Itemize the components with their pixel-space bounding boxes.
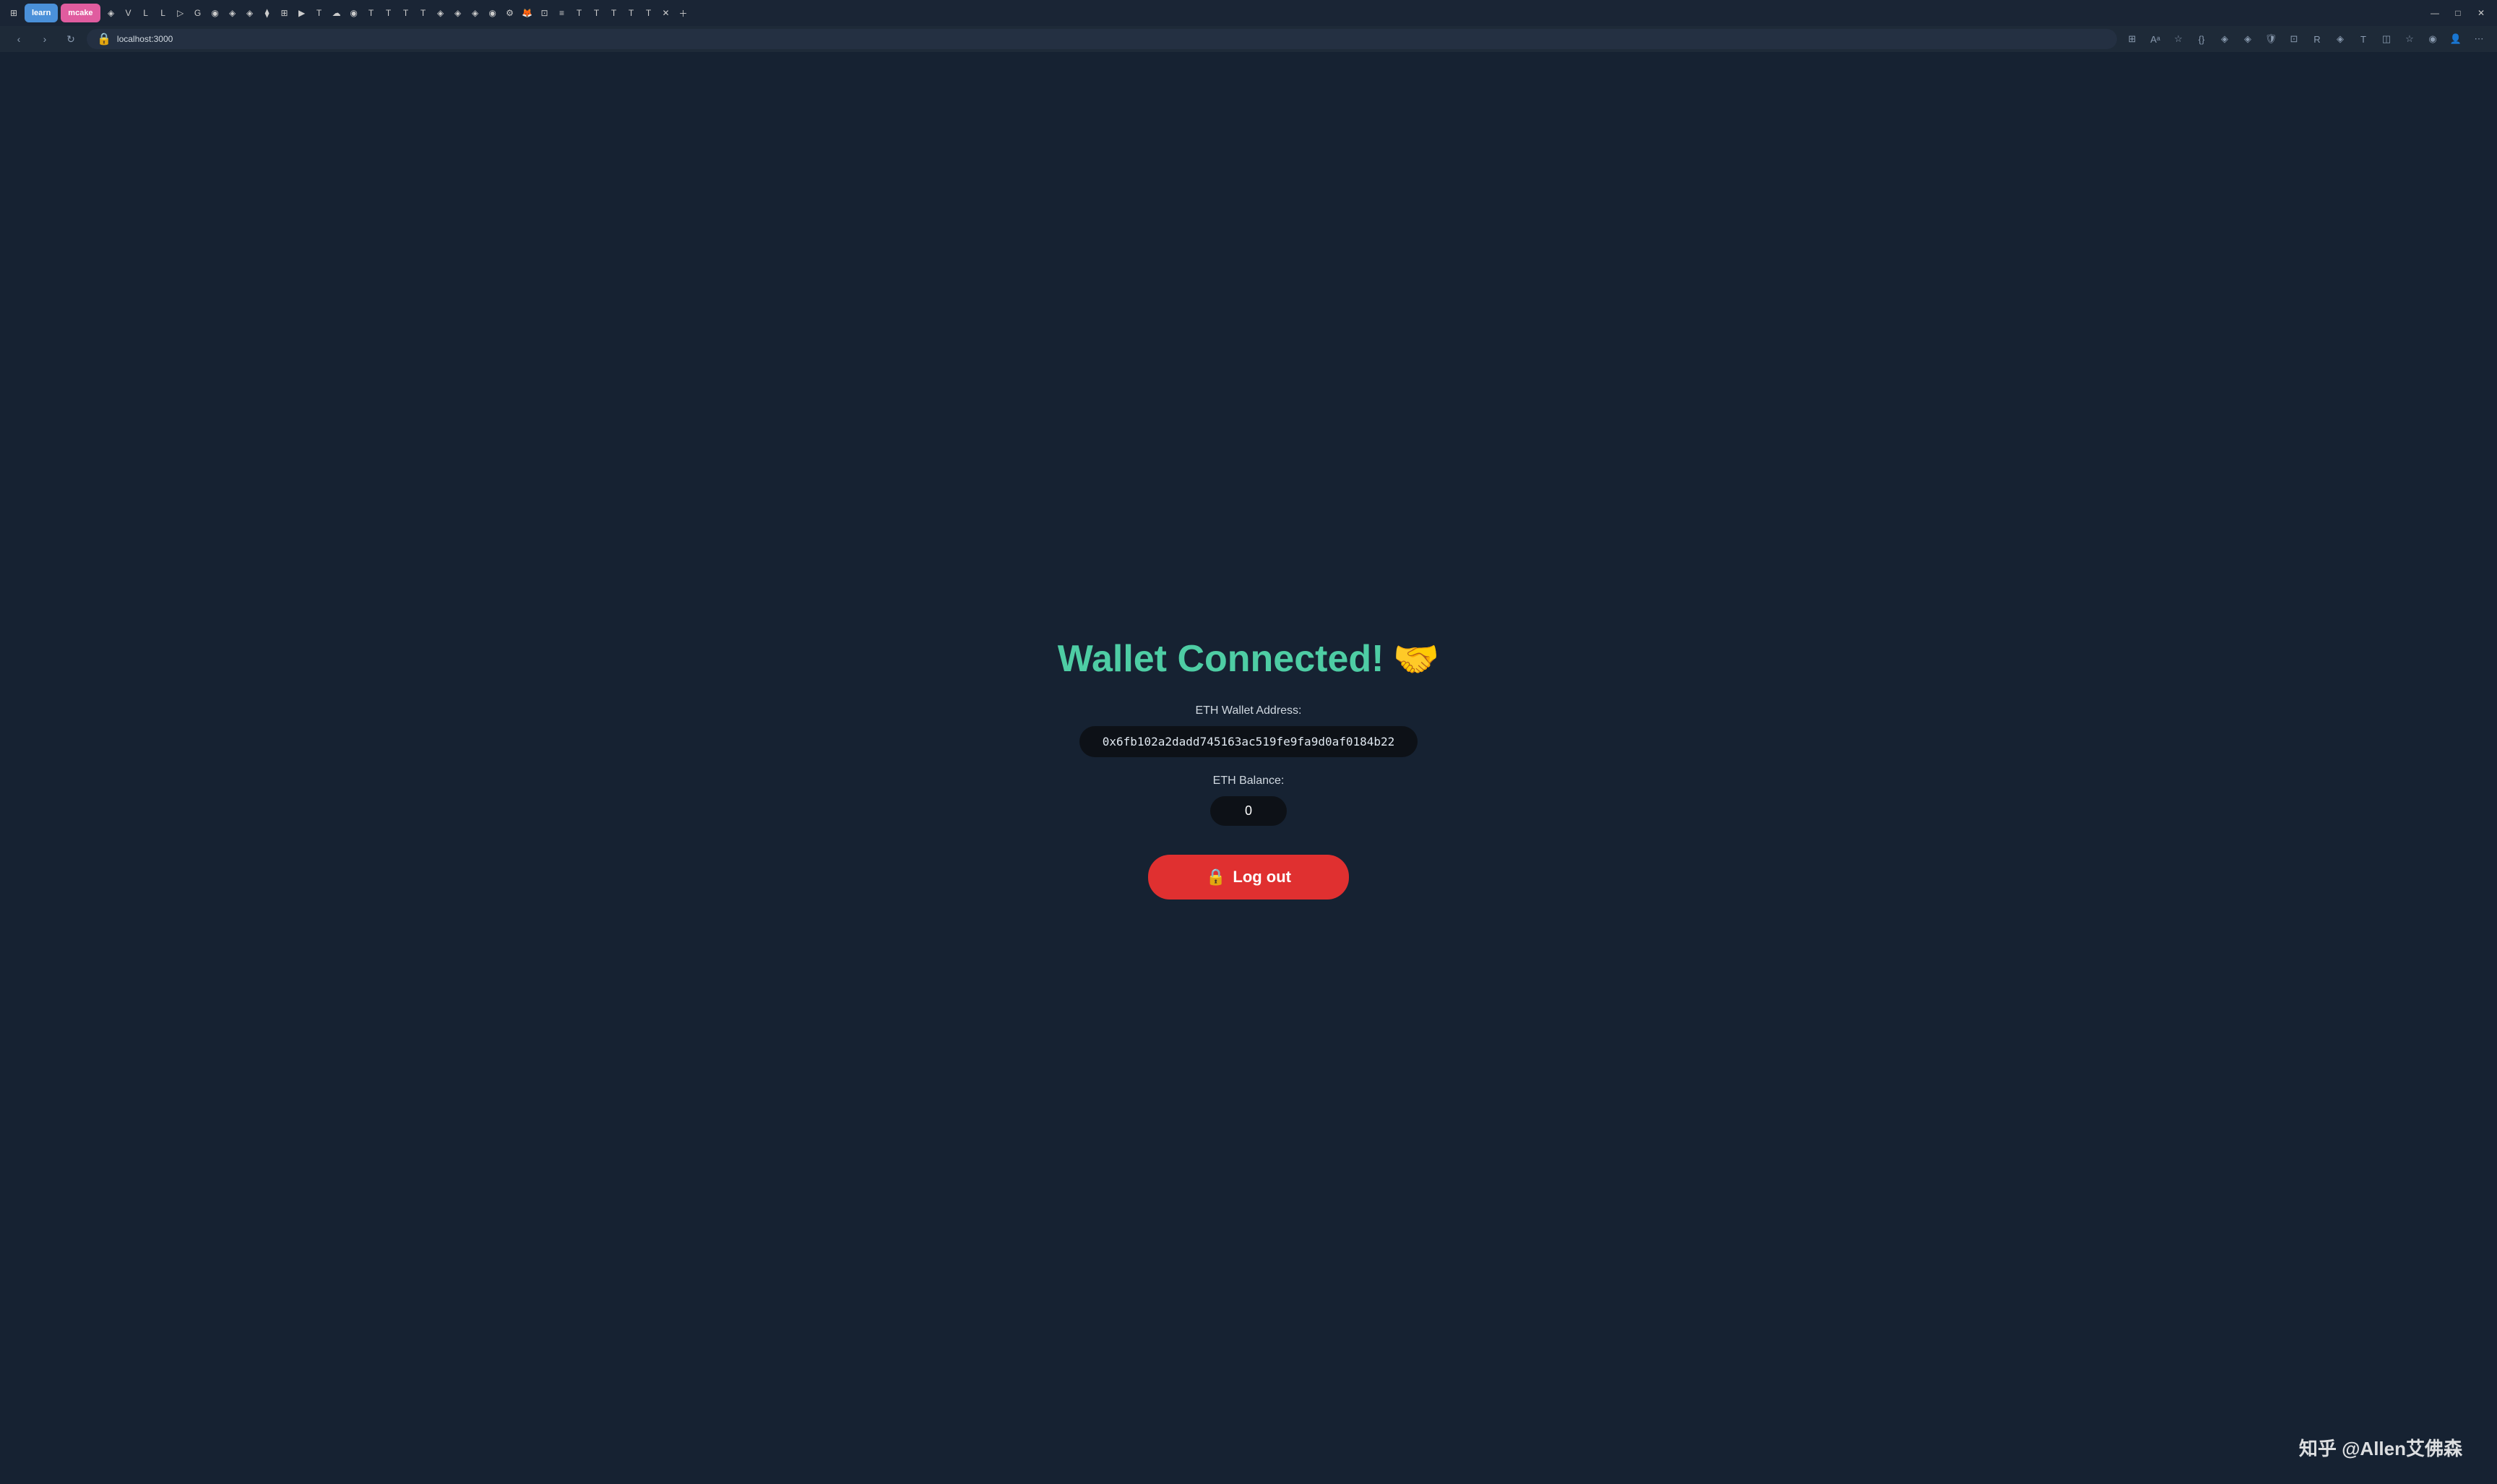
new-tab-plus[interactable]: ＋ (676, 5, 691, 21)
ext-icon-17[interactable]: T (381, 5, 397, 21)
ext-icon-5[interactable]: ▷ (173, 5, 189, 21)
tab-mcake[interactable]: mcake (61, 4, 100, 22)
ext-icon-30[interactable]: T (606, 5, 622, 21)
ext-icon-9[interactable]: ◈ (242, 5, 258, 21)
ext-icon-23[interactable]: ◉ (485, 5, 501, 21)
ext-icon-33[interactable]: ✕ (658, 5, 674, 21)
handshake-emoji: 🤝 (1392, 637, 1439, 681)
ext-icon-24[interactable]: ⚙ (502, 5, 518, 21)
ext-icon-15[interactable]: ◉ (346, 5, 362, 21)
browser-chrome: ⊞ learn mcake ◈ V L L ▷ G ◉ ◈ ◈ ⧫ ⊞ ▶ T … (0, 0, 2497, 52)
wallet-address-display: 0x6fb102a2dadd745163ac519fe9fa9d0af0184b… (1079, 726, 1418, 757)
logout-icon: 🔒 (1206, 868, 1225, 886)
ext-icon-14[interactable]: ☁ (329, 5, 345, 21)
browser-toolbar-menu[interactable]: ⋯ (2470, 30, 2488, 48)
reload-button[interactable]: ↻ (61, 29, 81, 49)
extension-icons-row: ◈ V L L ▷ G ◉ ◈ ◈ ⧫ ⊞ ▶ T ☁ ◉ T T T T ◈ … (103, 5, 2422, 21)
ext-icon-22[interactable]: ◈ (467, 5, 483, 21)
window-controls: — □ ✕ (2425, 4, 2491, 22)
browser-toolbar-ext1[interactable]: ◈ (2215, 30, 2234, 48)
ext-icon-12[interactable]: ▶ (294, 5, 310, 21)
browser-toolbar-ext3[interactable]: ⊡ (2285, 30, 2303, 48)
address-bar-row: ‹ › ↻ 🔒 localhost:3000 ⊞ Aᵃ ☆ {} ◈ ◈ 🛡 ⊡… (0, 26, 2497, 52)
ext-icon-7[interactable]: ◉ (207, 5, 223, 21)
browser-toolbar-read[interactable]: Aᵃ (2146, 30, 2165, 48)
ext-icon-29[interactable]: T (589, 5, 605, 21)
maximize-button[interactable]: □ (2448, 4, 2468, 22)
browser-toolbar-collections[interactable]: ☆ (2400, 30, 2419, 48)
ext-icon-26[interactable]: ⊡ (537, 5, 553, 21)
eth-wallet-label: ETH Wallet Address: (1195, 704, 1301, 717)
ext-icon-8[interactable]: ◈ (225, 5, 241, 21)
wallet-connected-title: Wallet Connected! 🤝 (1058, 637, 1439, 681)
logout-button[interactable]: 🔒 Log out (1148, 855, 1349, 900)
ext-icon-19[interactable]: T (415, 5, 431, 21)
logout-label: Log out (1233, 868, 1291, 886)
ext-icon-2[interactable]: V (121, 5, 137, 21)
page-content: Wallet Connected! 🤝 ETH Wallet Address: … (0, 52, 2497, 1484)
watermark-text: 知乎 @Allen艾佛森 (2299, 1434, 2462, 1461)
minimize-button[interactable]: — (2425, 4, 2445, 22)
ext-icon-13[interactable]: T (311, 5, 327, 21)
ext-icon-10[interactable]: ⧫ (259, 5, 275, 21)
ext-icon-31[interactable]: T (624, 5, 639, 21)
ext-icon-16[interactable]: T (363, 5, 379, 21)
browser-toolbar-ext6[interactable]: T (2354, 30, 2373, 48)
ext-icon-11[interactable]: ⊞ (277, 5, 293, 21)
url-display: localhost:3000 (117, 34, 173, 44)
ext-icon-6[interactable]: G (190, 5, 206, 21)
browser-toolbar-code[interactable]: {} (2192, 30, 2211, 48)
tab-bar: ⊞ learn mcake ◈ V L L ▷ G ◉ ◈ ◈ ⧫ ⊞ ▶ T … (0, 0, 2497, 26)
browser-toolbar-bookmark[interactable]: ☆ (2169, 30, 2188, 48)
ext-icon-20[interactable]: ◈ (433, 5, 449, 21)
ext-icon-1[interactable]: ◈ (103, 5, 119, 21)
back-button[interactable]: ‹ (9, 29, 29, 49)
ext-icon-4[interactable]: L (155, 5, 171, 21)
close-button[interactable]: ✕ (2471, 4, 2491, 22)
ext-icon-3[interactable]: L (138, 5, 154, 21)
browser-toolbar-ext5[interactable]: ◈ (2331, 30, 2350, 48)
toolbar-icons: ⊞ Aᵃ ☆ {} ◈ ◈ 🛡 ⊡ R ◈ T ◫ ☆ ◉ 👤 ⋯ (2123, 30, 2488, 48)
browser-toolbar-windows[interactable]: ⊞ (2123, 30, 2142, 48)
forward-button[interactable]: › (35, 29, 55, 49)
ext-icon-21[interactable]: ◈ (450, 5, 466, 21)
tab-learn[interactable]: learn (25, 4, 58, 22)
ext-icon-25[interactable]: 🦊 (519, 5, 535, 21)
browser-toolbar-sidebar[interactable]: ◫ (2377, 30, 2396, 48)
tab-learn-label: learn (32, 9, 51, 17)
new-tab-icon[interactable]: ⊞ (6, 5, 22, 21)
ext-icon-27[interactable]: ≡ (554, 5, 570, 21)
browser-toolbar-ext4[interactable]: R (2308, 30, 2326, 48)
security-icon: 🔒 (97, 32, 111, 46)
eth-balance-label: ETH Balance: (1213, 775, 1285, 788)
address-bar[interactable]: 🔒 localhost:3000 (87, 29, 2117, 49)
browser-toolbar-shield[interactable]: 🛡 (2261, 30, 2280, 48)
wallet-title-text: Wallet Connected! (1058, 637, 1384, 681)
ext-icon-32[interactable]: T (641, 5, 657, 21)
eth-balance-display: 0 (1210, 796, 1287, 826)
browser-toolbar-ext2[interactable]: ◈ (2238, 30, 2257, 48)
tab-mcake-label: mcake (68, 9, 92, 17)
ext-icon-28[interactable]: T (572, 5, 587, 21)
ext-icon-18[interactable]: T (398, 5, 414, 21)
browser-toolbar-profile[interactable]: 👤 (2446, 30, 2465, 48)
browser-toolbar-copilot[interactable]: ◉ (2423, 30, 2442, 48)
